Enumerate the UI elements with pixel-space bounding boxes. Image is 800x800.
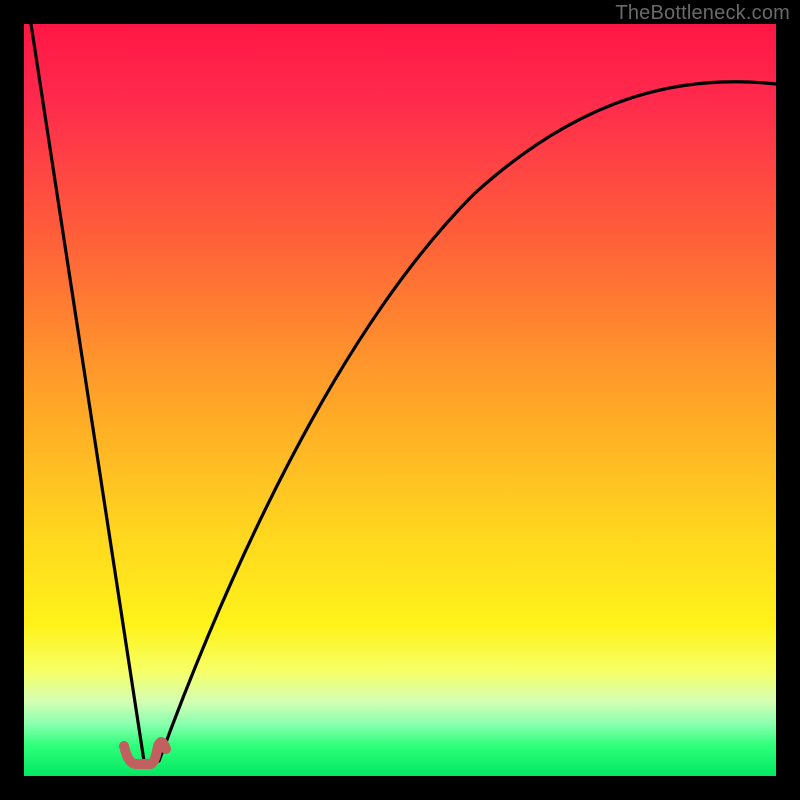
plot-area: [24, 24, 776, 776]
bottleneck-curve: [31, 24, 776, 761]
watermark-text: TheBottleneck.com: [615, 2, 790, 25]
curve-layer: [24, 24, 776, 776]
chart-frame: TheBottleneck.com: [0, 0, 800, 800]
valley-bump: [124, 742, 166, 764]
